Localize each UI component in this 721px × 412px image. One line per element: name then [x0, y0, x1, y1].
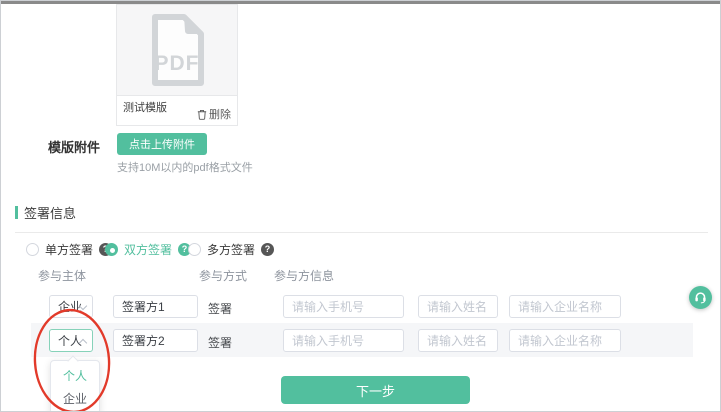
header-participant-subject: 参与主体: [38, 267, 86, 284]
dropdown-option-person[interactable]: 个人: [51, 364, 99, 387]
pdf-file-icon: PDF: [144, 10, 210, 90]
file-caption: 测试模版 删除: [117, 95, 237, 125]
upload-button[interactable]: 点击上传附件: [117, 133, 207, 155]
section-title-sign-info: 签署信息: [15, 203, 76, 222]
subject-dropdown-panel: 个人 企业: [50, 360, 100, 412]
company-name-input-row1[interactable]: [509, 295, 621, 318]
trash-icon: [197, 109, 207, 120]
dropdown-option-enterprise[interactable]: 企业: [51, 387, 99, 410]
template-sign-form-page: PDF 测试模版 删除 模版附件 点击上传附件 支持10M以内的pdf格式文件 …: [0, 0, 721, 412]
headset-icon: [693, 290, 708, 305]
help-icon[interactable]: ?: [261, 243, 274, 256]
pdf-thumbnail: PDF: [117, 5, 237, 95]
header-participant-info: 参与方信息: [274, 267, 334, 284]
upload-hint: 支持10M以内的pdf格式文件: [117, 159, 253, 175]
signer-name-input-row1[interactable]: [113, 295, 198, 318]
delete-file-button[interactable]: 删除: [197, 106, 231, 122]
section-accent-bar: [15, 206, 18, 219]
company-name-input-row2[interactable]: [509, 329, 621, 352]
radio-single-party[interactable]: 单方签署 ?: [26, 241, 112, 258]
radio-label: 多方签署: [207, 241, 255, 258]
phone-input-row1[interactable]: [283, 295, 404, 318]
radio-multi-party[interactable]: 多方签署 ?: [188, 241, 274, 258]
pdf-type-label: PDF: [144, 52, 210, 76]
radio-label: 单方签署: [45, 241, 93, 258]
uploaded-file-card: PDF 测试模版 删除: [116, 4, 238, 126]
radio-circle[interactable]: [26, 243, 39, 256]
file-name: 测试模版: [123, 99, 167, 115]
subject-select-row2[interactable]: 个人: [49, 329, 93, 352]
customer-service-button[interactable]: [689, 286, 712, 309]
template-attachment-label: 模版附件: [48, 137, 100, 156]
radio-label: 双方签署: [124, 241, 172, 258]
radio-two-party[interactable]: 双方签署 ?: [105, 241, 191, 258]
subject-select-row1[interactable]: 企业: [49, 295, 93, 318]
delete-label: 删除: [209, 106, 231, 122]
section-title-text: 签署信息: [24, 203, 76, 222]
section-divider: [15, 232, 708, 233]
person-name-input-row2[interactable]: [418, 329, 498, 352]
person-name-input-row1[interactable]: [418, 295, 498, 318]
phone-input-row2[interactable]: [283, 329, 404, 352]
method-text-row1: 签署: [208, 300, 232, 317]
top-divider: [1, 1, 721, 4]
next-step-button[interactable]: 下一步: [281, 376, 470, 404]
subject-select-value: 个人: [58, 332, 82, 349]
signer-name-input-row2[interactable]: [113, 329, 198, 352]
radio-circle-selected[interactable]: [105, 243, 118, 256]
header-participant-method: 参与方式: [199, 267, 247, 284]
radio-circle[interactable]: [188, 243, 201, 256]
method-text-row2: 签署: [208, 334, 232, 351]
